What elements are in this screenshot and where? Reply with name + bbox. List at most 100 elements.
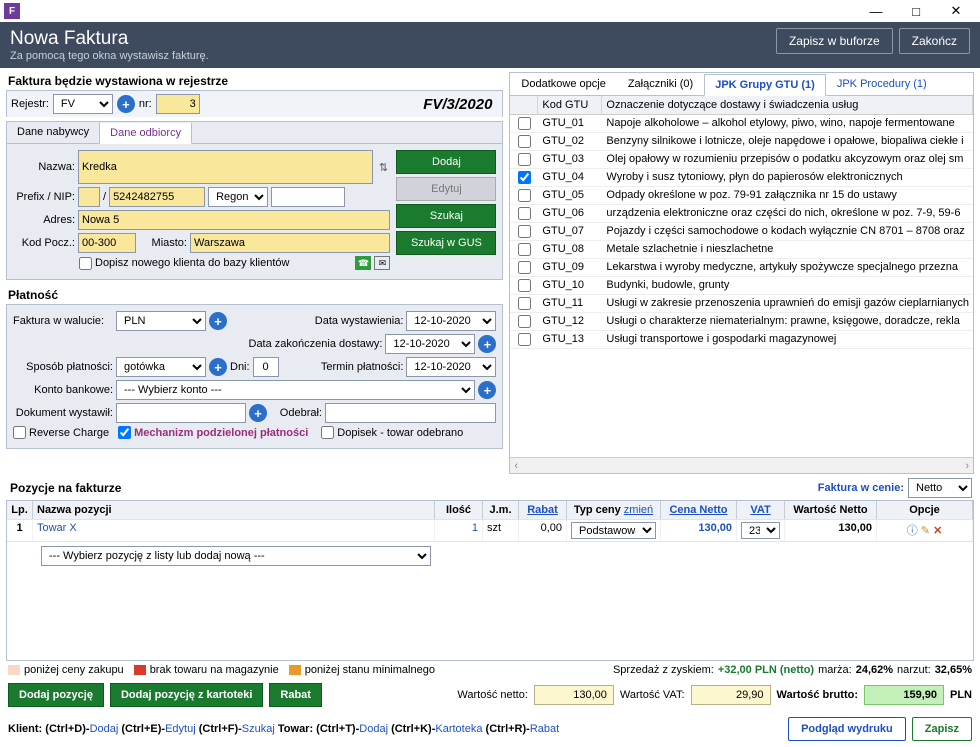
gtu-row[interactable]: GTU_03Olej opałowy w rozumieniu przepisó… [510, 151, 973, 169]
gtu-checkbox[interactable] [518, 135, 531, 148]
add-currency-button[interactable]: + [209, 312, 227, 330]
days-input[interactable] [253, 357, 279, 377]
goods-received-checkbox[interactable] [321, 426, 334, 439]
gtu-row[interactable]: GTU_11Usługi w zakresie przenoszenia upr… [510, 295, 973, 313]
regon-select[interactable]: Regon [208, 187, 268, 207]
due-date-input[interactable]: 12-10-2020 [406, 357, 496, 377]
days-label: Dni: [230, 361, 250, 373]
col-netto[interactable]: Cena Netto [669, 504, 727, 516]
issuer-input[interactable] [116, 403, 246, 423]
gtu-checkbox[interactable] [518, 261, 531, 274]
paymethod-plus[interactable]: + [209, 358, 227, 376]
gtu-checkbox[interactable] [518, 243, 531, 256]
edit-button[interactable]: Edytuj [396, 177, 496, 201]
name-input[interactable] [78, 150, 373, 184]
mail-icon[interactable]: ✉ [374, 256, 390, 270]
change-price-type[interactable]: zmień [624, 504, 653, 516]
tab-jpk-procedures[interactable]: JPK Procedury (1) [826, 73, 938, 95]
vat-row-select[interactable]: 23% [741, 522, 780, 539]
gtu-checkbox[interactable] [518, 225, 531, 238]
position-picker[interactable]: --- Wybierz pozycję z listy lub dodaj no… [41, 546, 431, 566]
tab-extra-options[interactable]: Dodatkowe opcje [510, 73, 616, 95]
bank-label: Konto bankowe: [13, 384, 113, 396]
gtu-row[interactable]: GTU_05Odpady określone w poz. 79-91 załą… [510, 187, 973, 205]
arrows-icon[interactable]: ⇅ [376, 161, 390, 174]
search-button[interactable]: Szukaj [396, 204, 496, 228]
horizontal-scrollbar[interactable]: ‹› [510, 457, 973, 473]
date-delivery-plus[interactable]: + [478, 335, 496, 353]
regon-input[interactable] [271, 187, 345, 207]
save-button[interactable]: Zapisz [912, 717, 972, 741]
search-gus-button[interactable]: Szukaj w GUS [396, 231, 496, 255]
received-input[interactable] [325, 403, 496, 423]
info-icon[interactable]: ⓘ [907, 525, 918, 537]
price-type-select[interactable]: Netto [908, 478, 972, 498]
vat-value: 29,90 [691, 685, 771, 705]
gtu-row[interactable]: GTU_07Pojazdy i części samochodowe o kod… [510, 223, 973, 241]
paymethod-select[interactable]: gotówka [116, 357, 206, 377]
due-date-label: Termin płatności: [321, 361, 404, 373]
date-delivery-input[interactable]: 12-10-2020 [385, 334, 475, 354]
zip-input[interactable] [78, 233, 136, 253]
gtu-row[interactable]: GTU_09Lekarstwa i wyroby medyczne, artyk… [510, 259, 973, 277]
bank-select[interactable]: --- Wybierz konto --- [116, 380, 475, 400]
reverse-charge-checkbox[interactable] [13, 426, 26, 439]
gtu-row[interactable]: GTU_04Wyroby i susz tytoniowy, płyn do p… [510, 169, 973, 187]
prefix-input[interactable] [78, 187, 100, 207]
maximize-button[interactable]: □ [896, 1, 936, 21]
gtu-checkbox[interactable] [518, 171, 531, 184]
gtu-row[interactable]: GTU_06urządzenia elektroniczne oraz częś… [510, 205, 973, 223]
col-rabat[interactable]: Rabat [527, 504, 558, 516]
gtu-row[interactable]: GTU_12Usługi o charakterze niematerialny… [510, 313, 973, 331]
gtu-checkbox[interactable] [518, 315, 531, 328]
gtu-checkbox[interactable] [518, 333, 531, 346]
tab-buyer[interactable]: Dane nabywcy [7, 122, 100, 143]
add-client-checkbox[interactable] [79, 257, 92, 270]
gtu-checkbox[interactable] [518, 207, 531, 220]
edit-icon[interactable]: ✎ [921, 525, 930, 537]
gtu-checkbox[interactable] [518, 117, 531, 130]
close-button[interactable]: ✕ [936, 1, 976, 21]
gtu-row[interactable]: GTU_01Napoje alkoholowe – alkohol etylow… [510, 115, 973, 133]
nip-input[interactable] [109, 187, 205, 207]
addr-input[interactable] [78, 210, 390, 230]
gtu-checkbox[interactable] [518, 153, 531, 166]
gtu-checkbox[interactable] [518, 279, 531, 292]
paymethod-label: Sposób płatności: [13, 361, 113, 373]
shortcuts-text: Klient: (Ctrl+D)-Dodaj (Ctrl+E)-Edytuj (… [8, 723, 559, 735]
position-name[interactable]: Towar X [33, 520, 435, 541]
tab-jpk-gtu[interactable]: JPK Grupy GTU (1) [704, 74, 826, 96]
split-payment-checkbox[interactable] [118, 426, 131, 439]
city-input[interactable] [190, 233, 390, 253]
add-button[interactable]: Dodaj [396, 150, 496, 174]
gross-value: 159,90 [864, 685, 944, 705]
col-vat[interactable]: VAT [750, 504, 770, 516]
gtu-row[interactable]: GTU_08Metale szlachetnie i nieszlachetne [510, 241, 973, 259]
issuer-plus[interactable]: + [249, 404, 267, 422]
add-position-button[interactable]: Dodaj pozycję [8, 683, 104, 707]
phone-icon[interactable]: ☎ [355, 256, 371, 270]
tab-attachments[interactable]: Załączniki (0) [617, 73, 704, 95]
tab-recipient[interactable]: Dane odbiorcy [100, 123, 192, 144]
minimize-button[interactable]: — [856, 1, 896, 21]
gtu-checkbox[interactable] [518, 189, 531, 202]
add-register-button[interactable]: + [117, 95, 135, 113]
add-position-catalog-button[interactable]: Dodaj pozycję z kartoteki [110, 683, 263, 707]
finish-button[interactable]: Zakończ [899, 28, 970, 54]
delete-icon[interactable]: ✕ [933, 525, 942, 537]
nr-input[interactable] [156, 94, 200, 114]
gtu-row[interactable]: GTU_02Benzyny silnikowe i lotnicze, olej… [510, 133, 973, 151]
discount-button[interactable]: Rabat [269, 683, 322, 707]
currency-select[interactable]: PLN [116, 311, 206, 331]
register-label: Rejestr: [11, 98, 49, 110]
gtu-checkbox[interactable] [518, 297, 531, 310]
register-select[interactable]: FV [53, 94, 113, 114]
price-type-row-select[interactable]: Podstawowa [571, 522, 656, 539]
gtu-row[interactable]: GTU_10Budynki, budowle, grunty [510, 277, 973, 295]
position-row: 1 Towar X 1 szt 0,00 Podstawowa 130,00 2… [7, 519, 973, 541]
bank-plus[interactable]: + [478, 381, 496, 399]
save-buffer-button[interactable]: Zapisz w buforze [776, 28, 893, 54]
print-preview-button[interactable]: Podgląd wydruku [788, 717, 906, 741]
date-issue-input[interactable]: 12-10-2020 [406, 311, 496, 331]
gtu-row[interactable]: GTU_13Usługi transportowe i gospodarki m… [510, 331, 973, 349]
